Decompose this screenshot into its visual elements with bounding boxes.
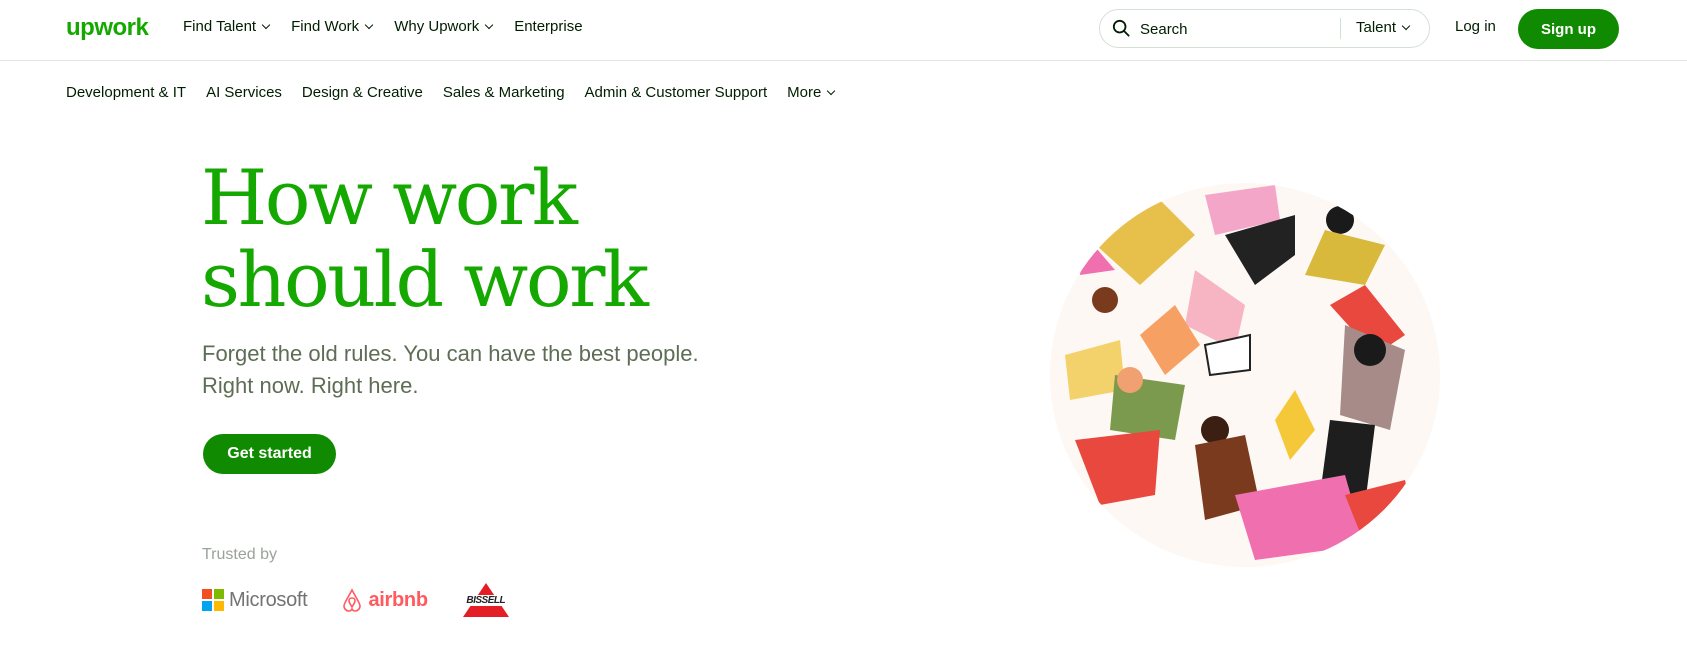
bissell-wordmark: BISSELL (459, 595, 512, 606)
nav-find-talent-label: Find Talent (183, 18, 257, 35)
category-ai-services[interactable]: AI Services (206, 84, 282, 101)
category-admin-support[interactable]: Admin & Customer Support (585, 84, 768, 101)
microsoft-logo: Microsoft (202, 588, 308, 612)
category-label: Design & Creative (301, 84, 423, 101)
chevron-down-icon (364, 20, 374, 30)
category-development-it[interactable]: Development & IT (66, 84, 186, 101)
category-label: Development & IT (66, 84, 187, 101)
hero-title-line2: should work (201, 235, 649, 324)
get-started-button[interactable]: Get started (203, 434, 336, 474)
category-more[interactable]: More (787, 84, 836, 101)
hero-subtitle: Forget the old rules. You can have the b… (202, 338, 762, 402)
search-type-value: Talent (1356, 19, 1397, 36)
signup-button[interactable]: Sign up (1518, 9, 1619, 49)
category-label: Sales & Marketing (442, 84, 565, 101)
hero-title-line1: How work (201, 153, 578, 242)
hero-title: How work should work (201, 157, 761, 321)
nav-find-work[interactable]: Find Work (291, 18, 374, 35)
search-input[interactable] (1138, 18, 1322, 40)
nav-why-upwork-label: Why Upwork (394, 18, 480, 35)
search-icon[interactable] (1112, 19, 1130, 37)
login-link[interactable]: Log in (1455, 18, 1496, 35)
hero-illustration (1050, 183, 1440, 567)
trusted-logos: Microsoft airbnb BISSELL (202, 582, 512, 618)
category-design-creative[interactable]: Design & Creative (302, 84, 423, 101)
search-type-select[interactable]: Talent (1356, 19, 1411, 36)
chevron-down-icon (261, 20, 271, 30)
chevron-down-icon (1401, 21, 1411, 31)
category-nav: Development & IT AI Services Design & Cr… (66, 84, 836, 101)
trusted-by-label: Trusted by (202, 546, 277, 563)
top-navbar: upwork Find Talent Find Work Why Upwork … (0, 0, 1687, 61)
category-label: More (787, 84, 822, 101)
bissell-logo: BISSELL (459, 582, 512, 618)
main-nav: Find Talent Find Work Why Upwork Enterpr… (183, 18, 583, 35)
nav-enterprise-label: Enterprise (514, 18, 583, 35)
category-sales-marketing[interactable]: Sales & Marketing (443, 84, 565, 101)
chevron-down-icon (484, 20, 494, 30)
hero-subtitle-line2: Right now. Right here. (202, 373, 419, 398)
category-label: Admin & Customer Support (584, 84, 768, 101)
nav-find-work-label: Find Work (291, 18, 360, 35)
hero-subtitle-line1: Forget the old rules. You can have the b… (202, 341, 699, 366)
nav-find-talent[interactable]: Find Talent (183, 18, 271, 35)
airbnb-icon (343, 588, 362, 612)
search-bar: Talent (1099, 9, 1430, 48)
microsoft-icon (202, 589, 224, 611)
airbnb-wordmark: airbnb (368, 588, 428, 611)
category-label: AI Services (206, 84, 282, 101)
nav-enterprise[interactable]: Enterprise (514, 18, 582, 35)
search-divider (1340, 18, 1341, 39)
upwork-logo[interactable]: upwork (66, 14, 149, 42)
nav-why-upwork[interactable]: Why Upwork (394, 18, 494, 35)
microsoft-wordmark: Microsoft (229, 588, 308, 611)
chevron-down-icon (827, 86, 836, 96)
airbnb-logo: airbnb (339, 587, 428, 613)
